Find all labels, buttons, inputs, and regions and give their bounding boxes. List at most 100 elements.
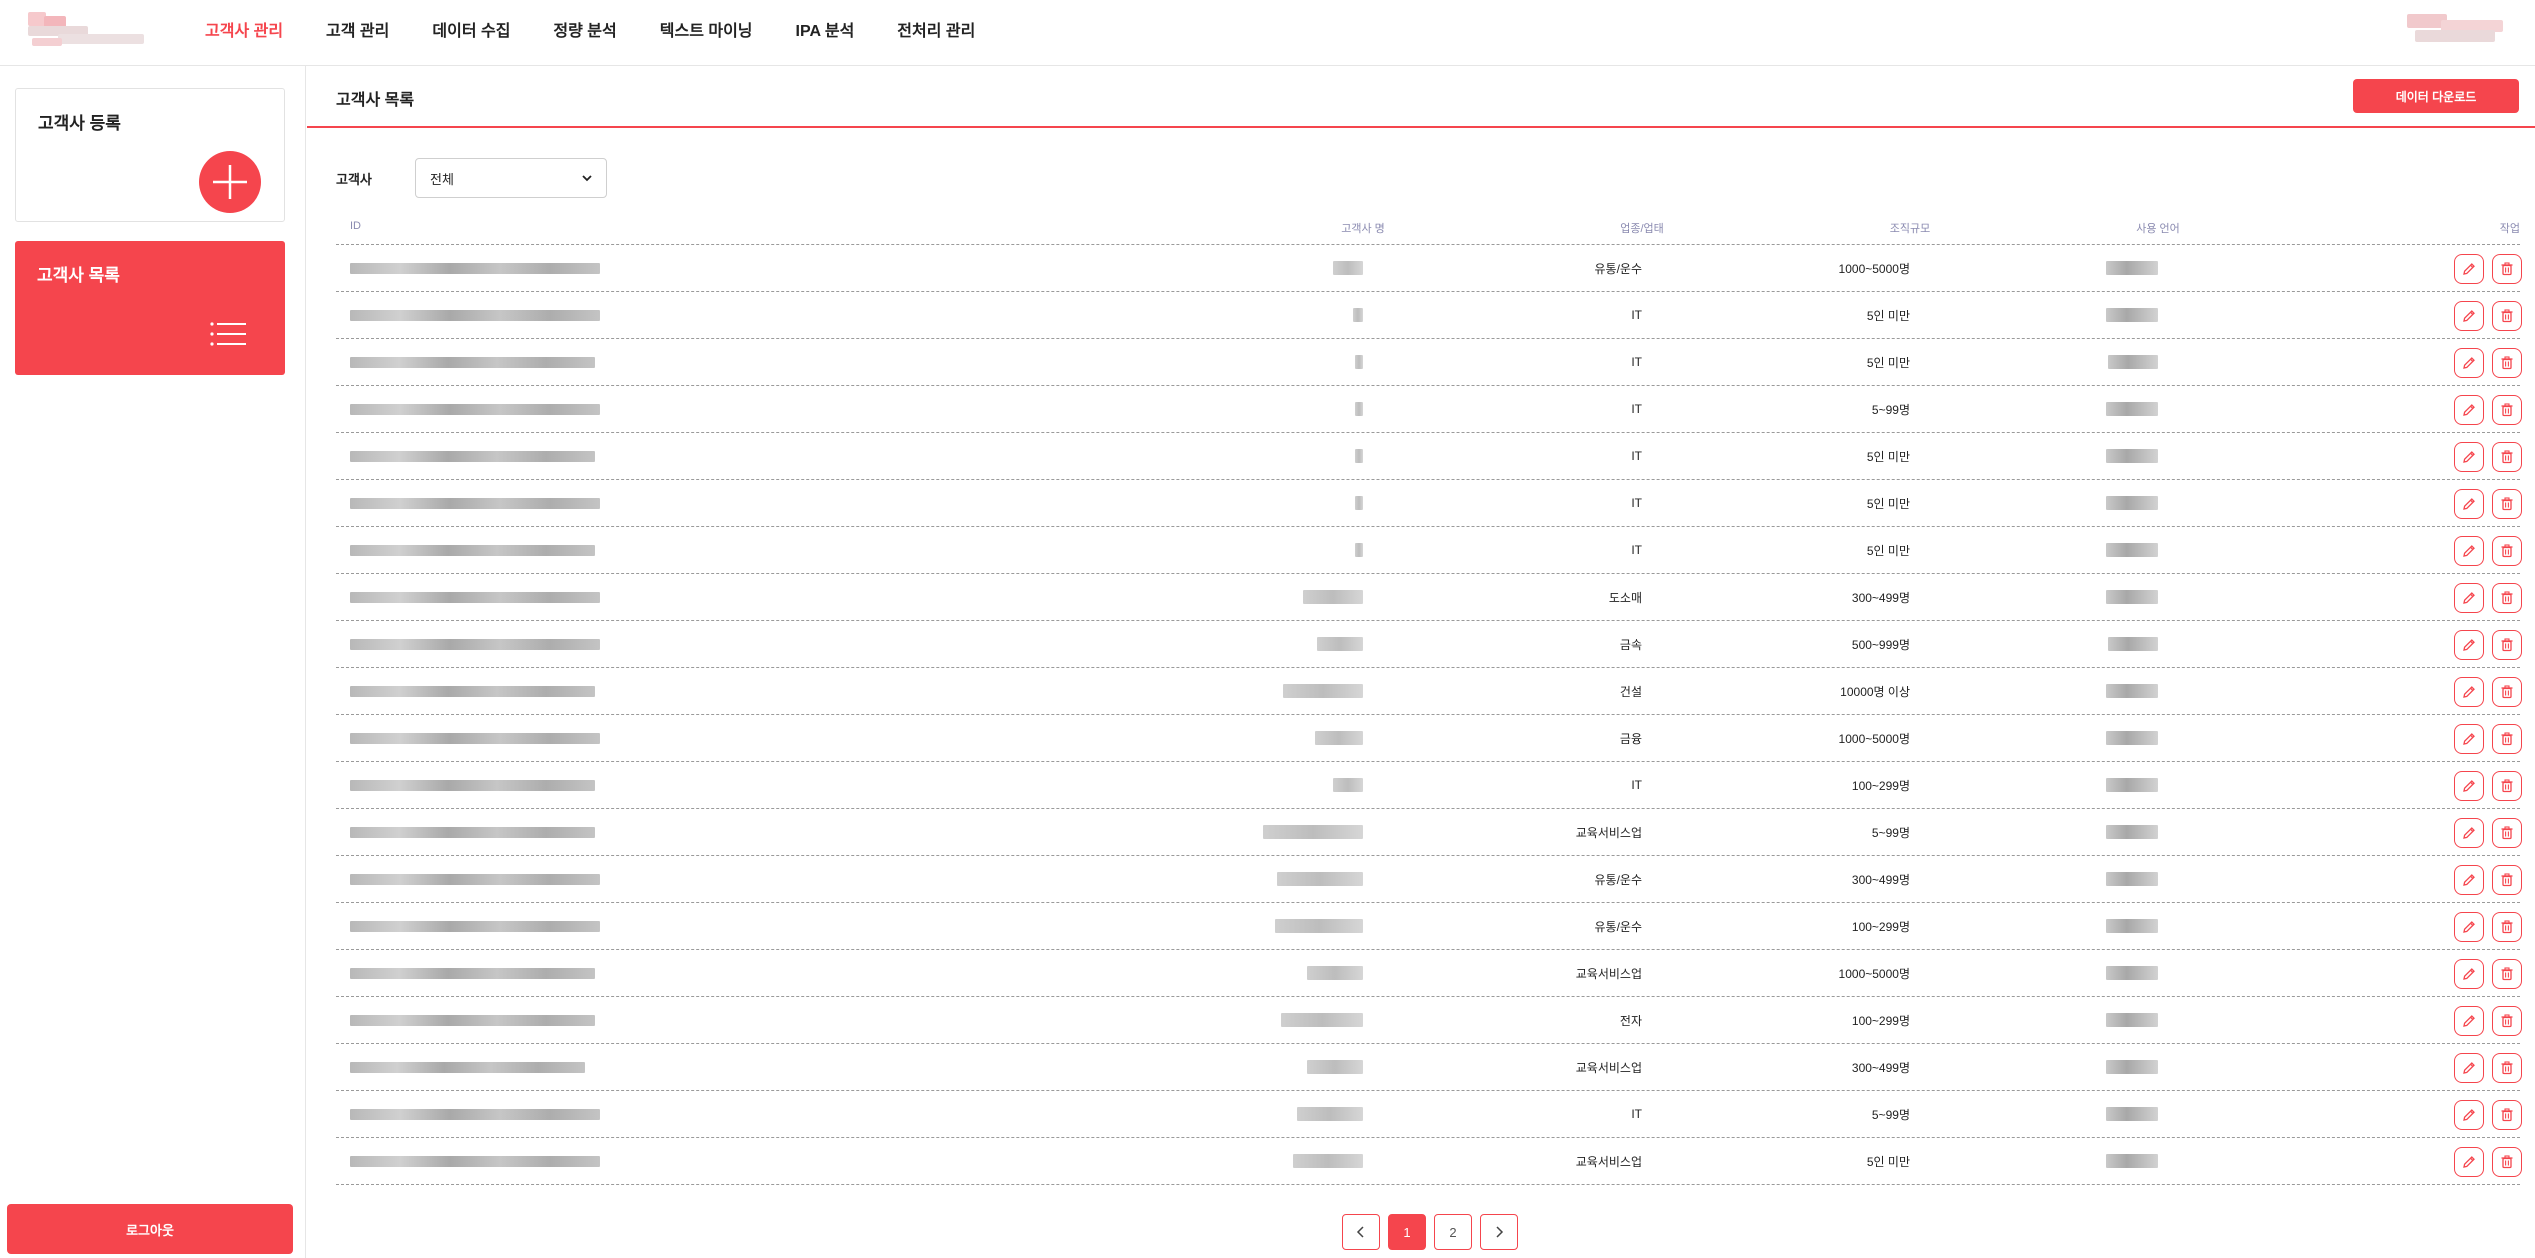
edit-button[interactable] xyxy=(2454,724,2484,754)
nav-item[interactable]: 고객사 관리 xyxy=(205,17,283,41)
pencil-icon xyxy=(2463,592,2475,604)
edit-button[interactable] xyxy=(2454,536,2484,566)
table-row[interactable]: 유통/운수 1000~5000명 xyxy=(336,245,2522,292)
nav-item[interactable]: 고객 관리 xyxy=(326,17,389,41)
user-profile[interactable] xyxy=(2407,14,2507,48)
nav-item[interactable]: 정량 분석 xyxy=(553,17,616,41)
table-row[interactable]: IT 100~299명 xyxy=(336,762,2522,809)
client-id-cell xyxy=(350,527,595,573)
register-client-card[interactable]: 고객사 등록 xyxy=(15,88,285,222)
delete-button[interactable] xyxy=(2492,818,2522,848)
edit-button[interactable] xyxy=(2454,442,2484,472)
delete-button[interactable] xyxy=(2492,865,2522,895)
table-row[interactable]: 건설 10000명 이상 xyxy=(336,668,2522,715)
page-button[interactable]: 2 xyxy=(1434,1214,1472,1250)
nav-item[interactable]: 전처리 관리 xyxy=(897,17,975,41)
client-id-cell xyxy=(350,1044,585,1090)
edit-button[interactable] xyxy=(2454,348,2484,378)
edit-button[interactable] xyxy=(2454,301,2484,331)
delete-button[interactable] xyxy=(2492,1006,2522,1036)
edit-button[interactable] xyxy=(2454,254,2484,284)
edit-button[interactable] xyxy=(2454,865,2484,895)
pencil-icon xyxy=(2463,921,2475,933)
table-row[interactable]: IT 5인 미만 xyxy=(336,339,2522,386)
table-row[interactable]: IT 5~99명 xyxy=(336,1091,2522,1138)
pencil-icon xyxy=(2463,968,2475,980)
delete-button[interactable] xyxy=(2492,583,2522,613)
trash-icon xyxy=(2501,309,2513,323)
table-row[interactable]: IT 5~99명 xyxy=(336,386,2522,433)
edit-button[interactable] xyxy=(2454,1006,2484,1036)
trash-icon xyxy=(2501,450,2513,464)
plus-icon[interactable] xyxy=(199,151,261,213)
prev-page-button[interactable] xyxy=(1342,1214,1380,1250)
data-download-button[interactable]: 데이터 다운로드 xyxy=(2353,79,2519,113)
delete-button[interactable] xyxy=(2492,489,2522,519)
edit-button[interactable] xyxy=(2454,489,2484,519)
delete-button[interactable] xyxy=(2492,442,2522,472)
delete-button[interactable] xyxy=(2492,254,2522,284)
edit-button[interactable] xyxy=(2454,912,2484,942)
delete-button[interactable] xyxy=(2492,1100,2522,1130)
delete-button[interactable] xyxy=(2492,536,2522,566)
client-id-cell xyxy=(350,997,595,1043)
delete-button[interactable] xyxy=(2492,959,2522,989)
client-filter-select[interactable]: 전체 xyxy=(415,158,607,198)
edit-button[interactable] xyxy=(2454,1100,2484,1130)
delete-button[interactable] xyxy=(2492,395,2522,425)
delete-button[interactable] xyxy=(2492,771,2522,801)
edit-button[interactable] xyxy=(2454,630,2484,660)
delete-button[interactable] xyxy=(2492,1053,2522,1083)
edit-button[interactable] xyxy=(2454,1053,2484,1083)
logout-button[interactable]: 로그아웃 xyxy=(7,1204,293,1254)
table-row[interactable]: 금융 1000~5000명 xyxy=(336,715,2522,762)
pencil-icon xyxy=(2463,780,2475,792)
logo[interactable] xyxy=(28,12,148,48)
nav-item[interactable]: 데이터 수집 xyxy=(432,17,510,41)
table-row[interactable]: IT 5인 미만 xyxy=(336,480,2522,527)
delete-button[interactable] xyxy=(2492,677,2522,707)
edit-button[interactable] xyxy=(2454,818,2484,848)
edit-button[interactable] xyxy=(2454,1147,2484,1177)
edit-button[interactable] xyxy=(2454,583,2484,613)
table-row[interactable]: 교육서비스업 5~99명 xyxy=(336,809,2522,856)
table-row[interactable]: IT 5인 미만 xyxy=(336,292,2522,339)
table-row[interactable]: 금속 500~999명 xyxy=(336,621,2522,668)
trash-icon xyxy=(2501,826,2513,840)
nav-item[interactable]: 텍스트 마이닝 xyxy=(660,17,753,41)
client-id-cell xyxy=(350,433,595,479)
edit-button[interactable] xyxy=(2454,395,2484,425)
trash-icon xyxy=(2501,262,2513,276)
table-row[interactable]: 교육서비스업 300~499명 xyxy=(336,1044,2522,1091)
page-button[interactable]: 1 xyxy=(1388,1214,1426,1250)
next-page-button[interactable] xyxy=(1480,1214,1518,1250)
trash-icon xyxy=(2501,544,2513,558)
table-row[interactable]: 교육서비스업 1000~5000명 xyxy=(336,950,2522,997)
pencil-icon xyxy=(2463,357,2475,369)
client-list-card[interactable]: 고객사 목록 xyxy=(15,241,285,375)
trash-icon xyxy=(2501,873,2513,887)
table-row[interactable]: IT 5인 미만 xyxy=(336,433,2522,480)
chevron-left-icon xyxy=(1356,1226,1364,1238)
delete-button[interactable] xyxy=(2492,301,2522,331)
trash-icon xyxy=(2501,356,2513,370)
delete-button[interactable] xyxy=(2492,630,2522,660)
pencil-icon xyxy=(2463,733,2475,745)
table-row[interactable]: 도소매 300~499명 xyxy=(336,574,2522,621)
table-row[interactable]: 유통/운수 100~299명 xyxy=(336,903,2522,950)
delete-button[interactable] xyxy=(2492,348,2522,378)
chevron-right-icon xyxy=(1496,1226,1504,1238)
delete-button[interactable] xyxy=(2492,912,2522,942)
table-row[interactable]: 교육서비스업 5인 미만 xyxy=(336,1138,2522,1185)
nav-item[interactable]: IPA 분석 xyxy=(796,17,855,41)
edit-button[interactable] xyxy=(2454,771,2484,801)
delete-button[interactable] xyxy=(2492,724,2522,754)
table-row[interactable]: IT 5인 미만 xyxy=(336,527,2522,574)
column-header-name: 고객사 명 xyxy=(1341,223,1385,235)
pencil-icon xyxy=(2463,263,2475,275)
edit-button[interactable] xyxy=(2454,677,2484,707)
edit-button[interactable] xyxy=(2454,959,2484,989)
delete-button[interactable] xyxy=(2492,1147,2522,1177)
table-row[interactable]: 전자 100~299명 xyxy=(336,997,2522,1044)
table-row[interactable]: 유통/운수 300~499명 xyxy=(336,856,2522,903)
